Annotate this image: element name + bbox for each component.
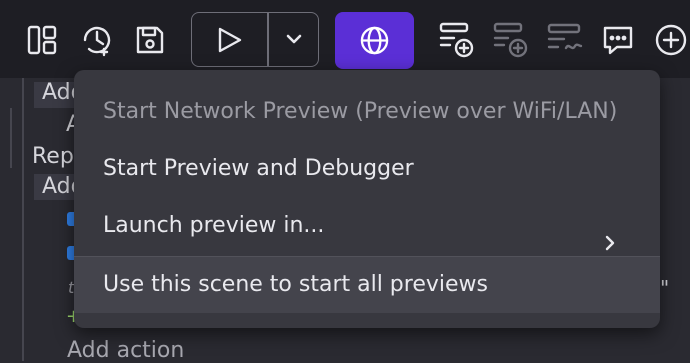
- string-quote: ": [660, 276, 670, 300]
- layout-panels-icon[interactable]: [26, 24, 58, 56]
- add-action-link[interactable]: Add action: [67, 338, 184, 363]
- menu-item-preview-debugger[interactable]: Start Preview and Debugger: [74, 141, 660, 197]
- preview-button-group: [191, 12, 319, 67]
- menu-item-label: Start Preview and Debugger: [103, 156, 414, 181]
- add-object-group-icon[interactable]: [438, 20, 476, 58]
- add-icon[interactable]: [654, 23, 688, 57]
- play-icon[interactable]: [214, 25, 244, 55]
- history-icon[interactable]: [79, 22, 115, 58]
- save-icon[interactable]: [134, 24, 166, 56]
- menu-item-launch-preview-in[interactable]: Launch preview in...: [74, 198, 660, 254]
- indent-guide: [22, 78, 24, 361]
- chevron-down-icon[interactable]: [284, 31, 304, 47]
- comment-icon[interactable]: [601, 23, 635, 57]
- menu-item-label: Start Network Preview (Preview over WiFi…: [103, 99, 618, 124]
- preview-dropdown-menu: Start Network Preview (Preview over WiFi…: [74, 70, 660, 328]
- indent-guide: [10, 108, 12, 168]
- add-object-icon[interactable]: [492, 20, 530, 58]
- repeat-event-label: Rep: [32, 144, 74, 169]
- add-variable-icon[interactable]: [546, 22, 584, 56]
- menu-item-use-scene-for-previews[interactable]: Use this scene to start all previews: [74, 256, 660, 313]
- menu-item-label: Launch preview in...: [103, 213, 325, 238]
- network-preview-button[interactable]: [335, 12, 414, 69]
- menu-item-network-preview: Start Network Preview (Preview over WiFi…: [74, 84, 660, 140]
- globe-icon: [359, 25, 390, 56]
- toolbar: [0, 0, 690, 78]
- button-divider: [267, 13, 269, 66]
- menu-item-label: Use this scene to start all previews: [103, 272, 488, 297]
